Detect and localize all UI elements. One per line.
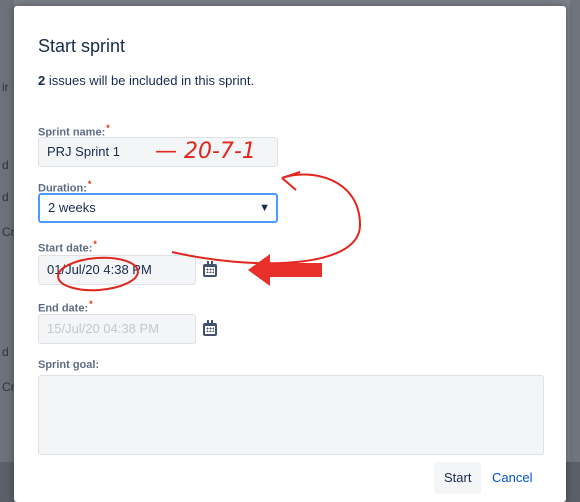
required-mark: *: [89, 299, 93, 309]
start-date-label-text: Start date:: [38, 242, 93, 255]
required-mark: *: [87, 179, 92, 189]
end-date-input: 15/Jul/20 04:38 PM: [38, 314, 196, 344]
background-left-strip: [0, 0, 14, 502]
background-right-strip: [570, 0, 580, 502]
required-mark: *: [93, 239, 97, 249]
background-text: d: [2, 190, 9, 204]
start-sprint-dialog: Start sprint 2 issues will be included i…: [14, 6, 566, 502]
calendar-icon: [203, 320, 217, 336]
calendar-icon-grid: [206, 268, 214, 273]
background-text: Cr: [2, 225, 15, 239]
sprint-goal-label: Sprint goal:: [38, 359, 100, 371]
duration-select[interactable]: 2 weeks ▼: [38, 193, 278, 223]
start-date-input[interactable]: 01/Jul/20 4:38 PM: [38, 255, 196, 285]
calendar-icon-grid: [206, 327, 214, 332]
start-date-label: Start date:*: [38, 239, 97, 255]
background-text: Cr: [2, 380, 15, 394]
background-text: ir: [2, 80, 9, 94]
required-mark: *: [106, 123, 110, 133]
start-button[interactable]: Start: [434, 462, 482, 494]
calendar-icon[interactable]: [203, 261, 217, 277]
dialog-title: Start sprint: [38, 36, 126, 56]
cancel-button[interactable]: Cancel: [482, 462, 542, 494]
background-text: d: [2, 158, 9, 172]
issues-info-text: issues will be included in this sprint.: [45, 73, 255, 88]
issues-info: 2 issues will be included in this sprint…: [38, 73, 254, 88]
sprint-goal-textarea[interactable]: [38, 375, 544, 455]
end-date-label: End date:*: [38, 299, 93, 315]
sprint-name-input[interactable]: PRJ Sprint 1: [38, 137, 278, 167]
duration-selected-value: 2 weeks: [48, 200, 96, 215]
chevron-down-icon: ▼: [259, 202, 270, 214]
end-date-label-text: End date:: [38, 302, 89, 315]
background-text: d: [2, 345, 9, 359]
